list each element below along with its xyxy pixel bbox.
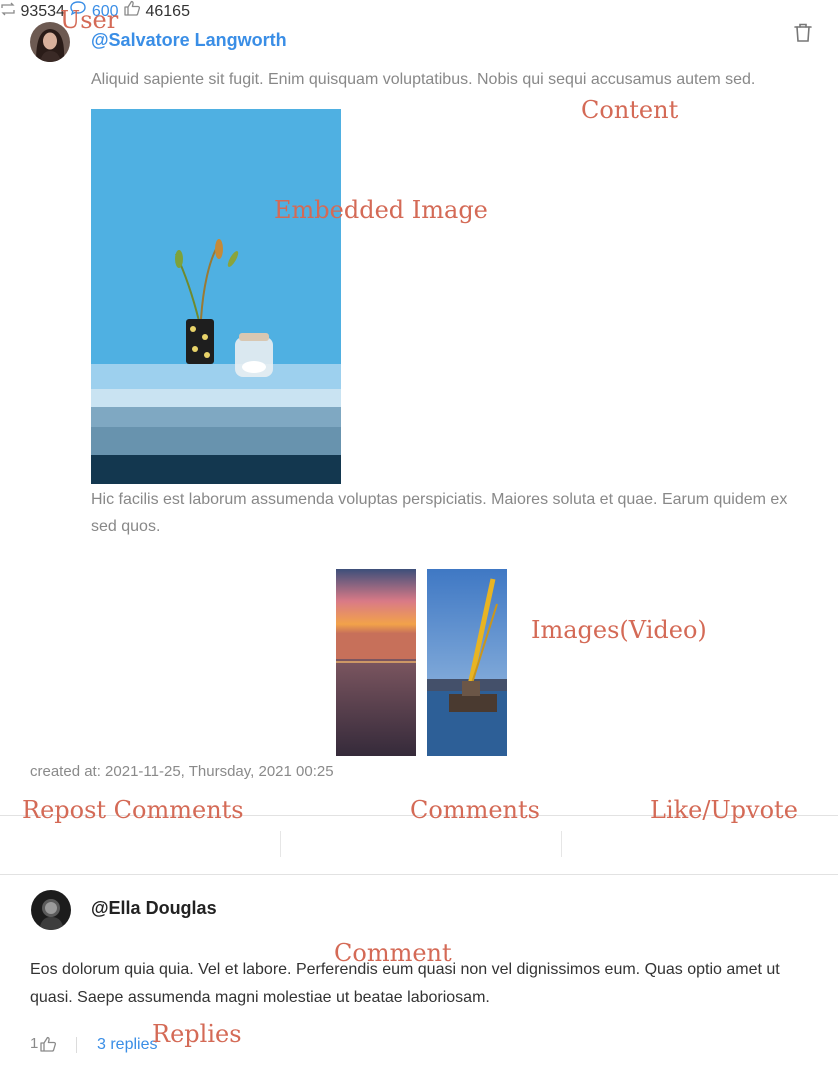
like-button[interactable]: 46165 — [123, 0, 190, 21]
comments-button[interactable]: 600 — [69, 0, 119, 21]
comment-text: Eos dolorum quia quia. Vel et labore. Pe… — [30, 961, 780, 1006]
comment-actions-divider — [76, 1037, 77, 1053]
media-thumbnail[interactable] — [427, 569, 507, 756]
comment-avatar-image — [31, 890, 71, 930]
like-count: 46165 — [145, 3, 190, 20]
annotation-comments: Comments — [410, 796, 540, 824]
avatar-image — [30, 22, 70, 62]
annotation-repost-comments: Repost Comments — [22, 796, 244, 824]
comment-like-count: 1 — [30, 1035, 39, 1052]
repost-icon — [1, 2, 15, 16]
annotation-like-upvote: Like/Upvote — [650, 796, 798, 824]
stats-divider — [561, 831, 562, 857]
embedded-image-graphic — [91, 109, 341, 484]
post-content-text-secondary: Hic facilis est laborum assumenda volupt… — [91, 491, 788, 535]
repost-button[interactable]: 93534 — [0, 2, 65, 21]
comment-like-button[interactable]: 1 — [30, 1035, 57, 1052]
annotation-content: Content — [581, 96, 679, 124]
stats-top-divider — [0, 815, 838, 816]
stats-divider — [280, 831, 281, 857]
post-created-at: created at: 2021-11-25, Thursday, 2021 0… — [30, 763, 334, 780]
annotation-images-video: Images(Video) — [531, 616, 707, 644]
comment-avatar[interactable] — [31, 890, 71, 930]
sunset-image — [336, 569, 416, 756]
stats-bottom-divider — [0, 874, 838, 875]
view-replies-link[interactable]: 3 replies — [97, 1036, 157, 1054]
comment-count: 600 — [91, 3, 119, 20]
comment-author-username[interactable]: @Ella Douglas — [91, 898, 217, 919]
thumbs-up-icon — [124, 0, 141, 16]
thumbs-up-icon — [40, 1036, 57, 1052]
trash-icon — [794, 23, 812, 42]
post-content-text: Aliquid sapiente sit fugit. Enim quisqua… — [91, 71, 756, 88]
delete-post-button[interactable] — [793, 22, 813, 44]
comment-icon — [70, 1, 87, 16]
avatar[interactable] — [30, 22, 70, 62]
annotation-replies: Replies — [152, 1020, 242, 1048]
harbor-crane-image — [427, 569, 507, 756]
embedded-image[interactable] — [91, 109, 341, 484]
repost-count: 93534 — [20, 3, 65, 20]
media-thumbnail[interactable] — [336, 569, 416, 756]
post-author-username[interactable]: @Salvatore Langworth — [91, 30, 287, 51]
